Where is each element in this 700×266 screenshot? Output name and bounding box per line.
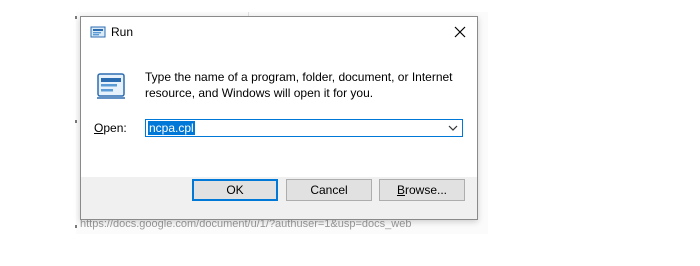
background-marker <box>75 16 77 19</box>
ok-button[interactable]: OK <box>192 179 278 201</box>
browse-label: rowse... <box>405 183 448 197</box>
title-bar[interactable]: Run <box>81 17 477 47</box>
run-icon <box>90 26 106 38</box>
cancel-button[interactable]: Cancel <box>286 179 372 201</box>
open-label-mnemonic: O <box>94 121 104 135</box>
open-label: Open: <box>94 121 127 135</box>
close-icon <box>454 26 466 38</box>
chevron-down-icon[interactable] <box>448 124 458 132</box>
command-value[interactable]: ncpa.cpl <box>148 121 195 135</box>
open-label-text: pen: <box>103 121 127 135</box>
command-input[interactable]: ncpa.cpl <box>145 119 463 137</box>
browse-mnemonic: B <box>396 183 405 197</box>
run-icon <box>97 73 125 99</box>
instructions-text: Type the name of a program, folder, docu… <box>145 70 453 100</box>
browse-button[interactable]: Browse... <box>379 179 465 201</box>
background-marker <box>75 225 77 228</box>
close-button[interactable] <box>443 17 477 47</box>
dialog-body: Type the name of a program, folder, docu… <box>81 47 477 177</box>
dialog-title: Run <box>111 25 134 39</box>
background-marker <box>75 120 77 123</box>
run-dialog: Run Type the name of a program, folder, … <box>80 16 478 220</box>
